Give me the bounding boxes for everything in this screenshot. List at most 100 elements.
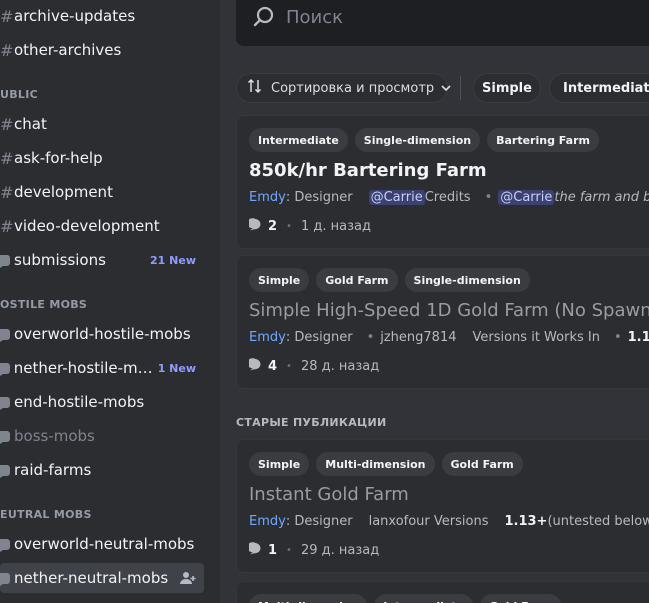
separator-dot: • [613,330,622,345]
hash-icon: # [0,40,14,60]
reply-count: 1 [268,543,278,558]
channel-nether-neutral-mobs[interactable]: nether-neutral-mobs [0,563,204,593]
forum-icon [0,462,14,478]
preview-text: (untested below 1.16) [547,514,649,529]
comment-icon [247,218,262,235]
filter-tag-intermediate[interactable]: Intermediate [549,73,649,103]
post-author[interactable]: Emdy [249,514,286,529]
channel-boss-mobs[interactable]: boss-mobs [0,421,204,451]
separator-dot: • [286,221,292,232]
channel-name: end-hostile-mobs [14,393,145,411]
preview-text: Credits [424,190,471,205]
comment-icon [247,542,262,559]
preview-text: 1.13+ [504,514,548,529]
search-icon [252,5,276,29]
reply-count: 2 [268,219,278,234]
channel-end-hostile-mobs[interactable]: end-hostile-mobs [0,387,204,417]
channel-overworld-hostile-mobs[interactable]: overworld-hostile-mobs [0,319,204,349]
user-mention[interactable]: @Carrie [498,190,555,205]
comment-icon [247,358,262,375]
forum-icon [0,394,14,410]
post-tag: Gold Farm [480,594,562,603]
post-tag: Single-dimension [404,268,530,292]
older-posts-header: СТАРЫЕ ПУБЛИКАЦИИ [236,416,387,429]
post-title[interactable]: Simple High-Speed 1D Gold Farm (No Spawn… [249,300,649,321]
forum-icon [0,570,14,586]
channel-name: other-archives [14,41,122,59]
post-author[interactable]: Emdy [249,330,286,345]
post-title[interactable]: Instant Gold Farm [249,484,409,505]
forum-post-card[interactable]: Simple Multi-dimension Gold Farm Instant… [236,439,649,573]
forum-icon [0,428,14,444]
post-tag: Bartering Farm [487,128,599,152]
author-role: : Designer [285,330,353,345]
channel-other-archives[interactable]: # other-archives [0,35,204,65]
channel-ask-for-help[interactable]: # ask-for-help [0,143,204,173]
post-tag: Simple [249,268,310,292]
add-user-icon[interactable] [180,570,196,586]
post-tag: Simple [249,452,310,476]
post-tag: Gold Farm [316,268,398,292]
search-bar[interactable]: Поиск [236,0,649,46]
post-preview: Emdy: Designer lanxofour Versions 1.13+ … [249,514,649,529]
channel-archive-updates[interactable]: # archive-updates [0,1,204,31]
forum-post-card[interactable]: Simple Gold Farm Single-dimension Simple… [236,255,649,389]
preview-text: 1.16+ [627,330,649,345]
preview-text: lanxofour Versions [368,514,489,529]
category-hostile-mobs[interactable]: OSTILE MOBS [0,298,87,311]
channel-development[interactable]: # development [0,177,204,207]
filter-tag-simple[interactable]: Simple [473,73,541,103]
post-tag: Multi-dimension [316,452,435,476]
search-input[interactable]: Поиск [286,7,343,28]
post-tags: Simple Gold Farm Single-dimension [249,268,530,292]
forum-icon [0,252,14,268]
category-neutral-mobs[interactable]: EUTRAL MOBS [0,508,92,521]
toolbar-divider [460,76,461,100]
hash-icon: # [0,114,14,134]
channel-sidebar: # archive-updates # other-archives UBLIC… [0,0,220,603]
separator-dot: • [286,361,292,372]
separator-dot: • [484,190,493,205]
channel-name: nether-neutral-mobs [14,569,169,587]
author-role: : Designer [285,514,353,529]
channel-raid-farms[interactable]: raid-farms [0,455,204,485]
post-author[interactable]: Emdy [249,190,286,205]
hash-icon: # [0,216,14,236]
sort-view-button[interactable]: Сортировка и просмотр [236,73,451,103]
user-mention[interactable]: @Carrie [368,190,425,205]
channel-overworld-neutral-mobs[interactable]: overworld-neutral-mobs [0,529,204,559]
preview-text: jzheng7814 [380,330,457,345]
channel-nether-hostile-mobs[interactable]: nether-hostile-mo... 1 New [0,353,204,383]
channel-name: development [14,183,113,201]
channel-name: ask-for-help [14,149,103,167]
author-role: : Designer [285,190,353,205]
forum-post-card[interactable]: Multi-dimension Intermediate Gold Farm [236,581,649,603]
post-time: 28 д. назад [300,359,380,374]
forum-main: Поиск Сортировка и просмотр Simple Inter… [220,0,649,603]
chevron-down-icon [440,82,452,94]
post-footer: 4 • 28 д. назад [247,358,380,375]
channel-name: archive-updates [14,7,136,25]
channel-name: chat [14,115,47,133]
post-tags: Simple Multi-dimension Gold Farm [249,452,523,476]
post-tag: Gold Farm [441,452,523,476]
channel-video-development[interactable]: # video-development [0,211,204,241]
forum-icon [0,360,14,376]
post-time: 1 д. назад [300,219,371,234]
preview-text: Versions it Works In [472,330,600,345]
category-public[interactable]: UBLIC [0,88,38,101]
post-tag: Single-dimension [354,128,481,152]
hash-icon: # [0,148,14,168]
channel-chat[interactable]: # chat [0,109,204,139]
sort-icon [247,78,263,98]
new-posts-badge: 21 New [150,253,196,267]
forum-post-card[interactable]: Intermediate Single-dimension Bartering … [236,115,649,249]
hash-icon: # [0,182,14,202]
post-tag: Intermediate [374,594,474,603]
channel-submissions[interactable]: submissions 21 New [0,245,204,275]
post-title[interactable]: 850k/hr Bartering Farm [249,160,487,181]
channel-name: overworld-hostile-mobs [14,325,191,343]
reply-count: 4 [268,359,278,374]
sort-view-label: Сортировка и просмотр [271,80,435,96]
post-tag: Intermediate [249,128,348,152]
